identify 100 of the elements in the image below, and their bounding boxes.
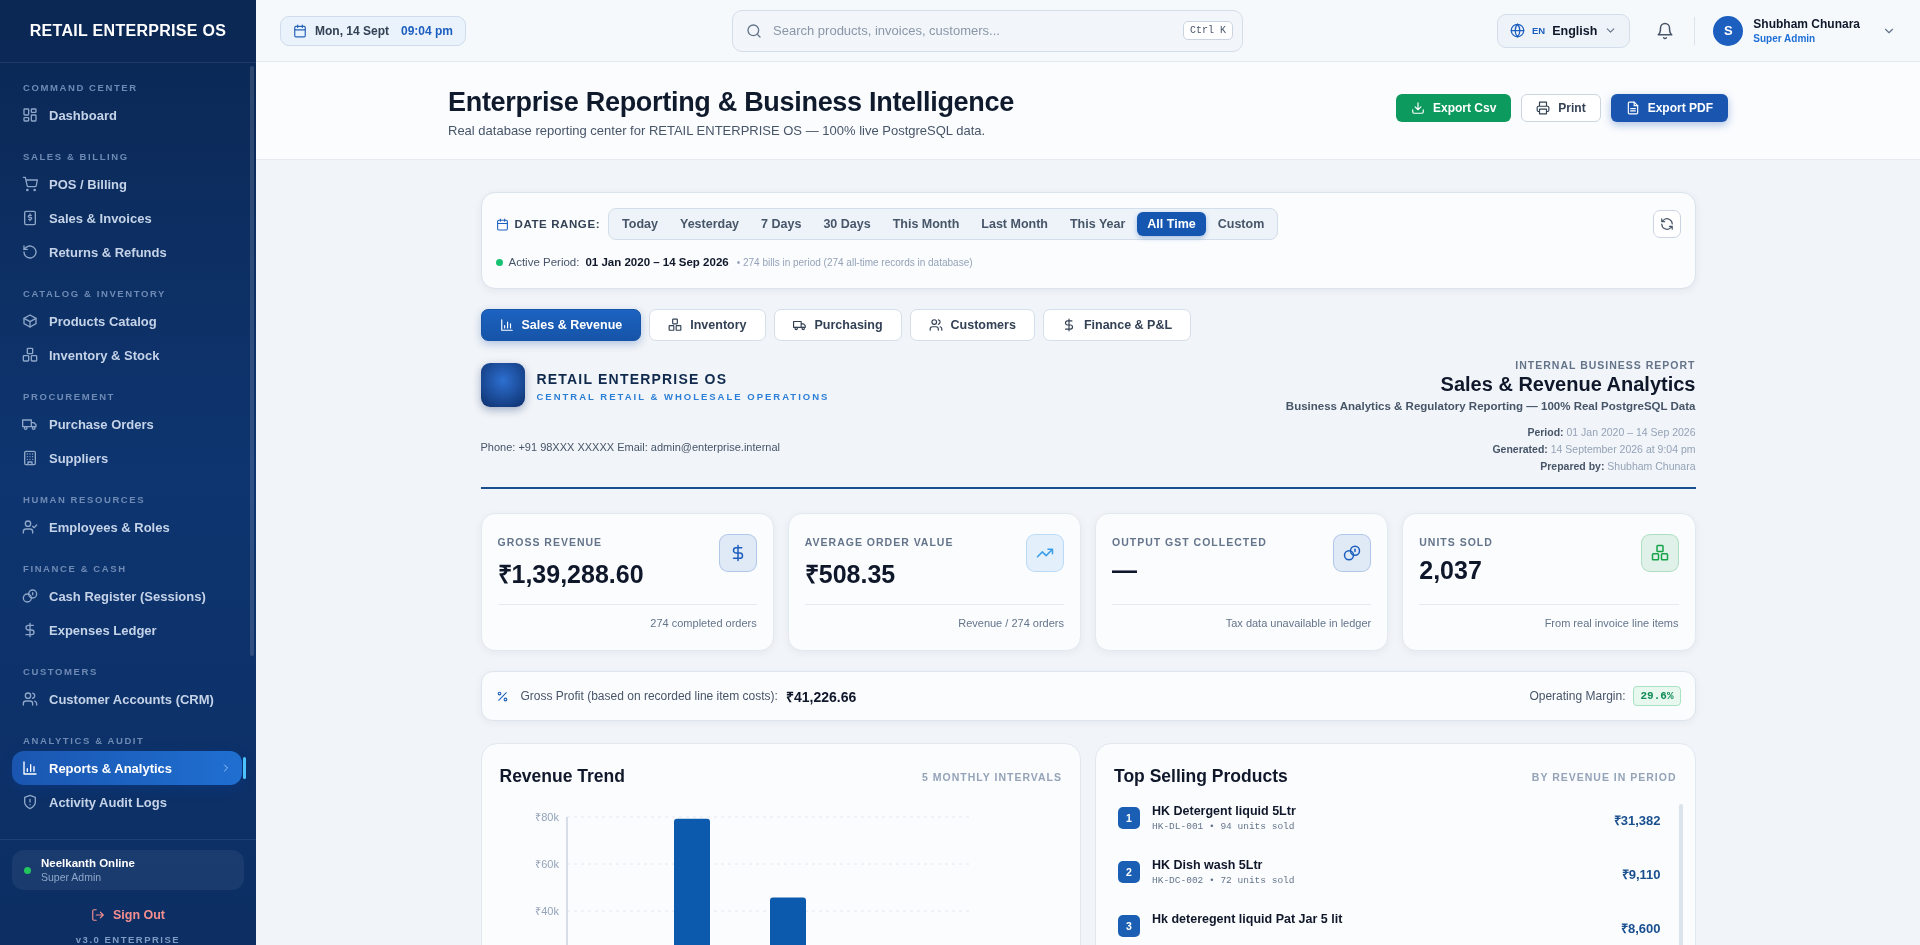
date-preset[interactable]: Last Month — [971, 212, 1058, 236]
section-heading: CUSTOMERS — [22, 665, 98, 679]
export-button[interactable]: Export PDF — [1610, 93, 1728, 122]
nav-item[interactable]: Purchase Orders — [12, 407, 242, 441]
margin-value: 29.6% — [1633, 686, 1681, 706]
kpi-note: Revenue / 274 orders — [958, 617, 1064, 629]
receipt-icon — [22, 210, 38, 226]
rotate-icon — [22, 244, 38, 260]
globe-icon — [1509, 23, 1525, 38]
report-tab[interactable]: Finance & P&L — [1042, 309, 1192, 341]
cubes-icon — [668, 318, 683, 332]
export-button[interactable]: Export Csv — [1395, 93, 1512, 122]
truck-icon — [22, 416, 38, 432]
margin-label: Operating Margin: — [1529, 689, 1626, 703]
date-chip: Mon, 14 Sept 09:04 pm — [280, 15, 467, 46]
section-heading: PROCUREMENT — [22, 390, 116, 404]
bell-icon — [1656, 21, 1675, 40]
shield-icon — [22, 794, 38, 810]
date-preset[interactable]: Today — [612, 212, 668, 236]
records-note: • 274 bills in period (274 all-time records in database) — [736, 256, 973, 268]
nav-item[interactable]: Cash Register (Sessions) — [12, 579, 242, 613]
language-selector[interactable]: EN English — [1496, 13, 1631, 48]
report-meta: Generated: 14 September 2026 at 9:04 pm — [1491, 442, 1696, 457]
dollar-icon — [22, 622, 38, 638]
report-tab[interactable]: Inventory — [649, 309, 766, 341]
axis-label: ₹60k — [534, 858, 559, 870]
percent-icon — [495, 689, 509, 703]
section-heading: SALES & BILLING — [22, 150, 129, 164]
axis-label: ₹80k — [534, 811, 559, 823]
section-heading: ANALYTICS & AUDIT — [22, 734, 145, 748]
scrollbar[interactable] — [250, 66, 254, 656]
product-name: HK Detergent liquid 5Ltr — [1152, 804, 1296, 818]
nav-item[interactable]: Customer Accounts (CRM) — [12, 682, 242, 716]
date-preset[interactable]: Custom — [1207, 212, 1275, 236]
product-revenue: ₹31,382 — [1613, 812, 1661, 829]
kpi-note: Tax data unavailable in ledger — [1225, 617, 1372, 629]
section-heading: HUMAN RESOURCES — [22, 493, 146, 507]
kpi-label: AVERAGE ORDER VALUE — [804, 536, 954, 548]
scrollbar[interactable] — [1678, 804, 1683, 945]
cubes-icon — [22, 347, 38, 363]
report-kicker: INTERNAL BUSINESS REPORT — [1514, 359, 1696, 371]
date-preset[interactable]: This Month — [882, 212, 970, 236]
company-tagline: CENTRAL RETAIL & WHOLESALE OPERATIONS — [536, 391, 830, 402]
version-label: v3.0 ENTERPRISE — [74, 934, 182, 945]
panel-title: Top Selling Products — [1114, 766, 1288, 787]
building-icon — [22, 450, 38, 466]
kpi-label: UNITS SOLD — [1419, 536, 1493, 548]
panel-caption: 5 MONTHLY INTERVALS — [922, 770, 1062, 783]
nav-item[interactable]: Expenses Ledger — [12, 613, 242, 647]
report-tab[interactable]: Purchasing — [773, 309, 902, 341]
nav-item[interactable]: POS / Billing — [12, 167, 242, 201]
nav-item[interactable]: Inventory & Stock — [12, 338, 242, 372]
kpi-value: 2,037 — [1419, 556, 1483, 585]
gross-profit-label: Gross Profit (based on recorded line item costs): — [520, 689, 778, 703]
kpi-note: From real invoice line items — [1544, 617, 1679, 629]
cart-icon — [22, 176, 38, 192]
nav-item[interactable]: Sales & Invoices — [12, 201, 242, 235]
date-preset[interactable]: 30 Days — [813, 212, 881, 236]
nav-item[interactable]: Employees & Roles — [12, 510, 242, 544]
product-name: HK Dish wash 5Ltr — [1152, 858, 1264, 872]
date-preset[interactable]: All Time — [1137, 212, 1206, 236]
sign-out-button[interactable]: Sign Out — [82, 904, 174, 926]
export-button[interactable]: Print — [1521, 93, 1601, 122]
gross-profit-value: ₹41,226.66 — [785, 687, 857, 706]
report-tab[interactable]: Sales & Revenue — [480, 309, 642, 341]
user-check-icon — [22, 519, 38, 535]
truck-icon — [792, 318, 807, 332]
bar-chart-icon — [22, 760, 38, 776]
active-indicator — [243, 757, 246, 779]
kpi-value: ₹508.35 — [804, 559, 897, 590]
user-role: Super Admin — [41, 871, 103, 883]
user-name: Shubham Chunara — [1753, 17, 1860, 31]
nav-item[interactable]: Suppliers — [12, 441, 242, 475]
user-menu[interactable]: S Shubham Chunara Super Admin — [1713, 15, 1896, 46]
panel-title: Revenue Trend — [499, 766, 625, 787]
nav-item[interactable]: Products Catalog — [12, 304, 242, 338]
status-dot — [495, 258, 503, 266]
page-title: Enterprise Reporting & Business Intelligence — [448, 87, 1014, 118]
product-name: Hk deteregent liquid Pat Jar 5 lit — [1152, 912, 1343, 926]
nav-item[interactable]: Returns & Refunds — [12, 235, 242, 269]
report-tab[interactable]: Customers — [909, 309, 1035, 341]
date-preset[interactable]: Yesterday — [670, 212, 750, 236]
report-subtitle: Business Analytics & Regulatory Reporting — 100% Real PostgreSQL Data — [1285, 400, 1696, 412]
logout-icon — [90, 908, 105, 922]
nav-item[interactable]: Dashboard — [12, 98, 242, 132]
refresh-button[interactable] — [1652, 210, 1681, 238]
chart-bar — [769, 897, 806, 945]
document-icon — [1625, 100, 1640, 115]
date-preset[interactable]: This Year — [1060, 212, 1136, 236]
active-period-label: Active Period: — [508, 256, 580, 268]
kpi-label: OUTPUT GST COLLECTED — [1112, 536, 1267, 548]
calendar-icon — [293, 23, 307, 38]
rank-badge: 1 — [1118, 807, 1140, 829]
box-icon — [22, 313, 38, 329]
kpi-value: ₹1,39,288.60 — [497, 559, 644, 590]
contact-info: Phone: +91 98XXX XXXXX Email: admin@enterprise.internal — [480, 441, 781, 453]
users-icon — [928, 318, 943, 332]
nav-item[interactable]: Activity Audit Logs — [12, 785, 242, 819]
product-revenue: ₹9,110 — [1621, 866, 1661, 883]
date-preset[interactable]: 7 Days — [751, 212, 812, 236]
